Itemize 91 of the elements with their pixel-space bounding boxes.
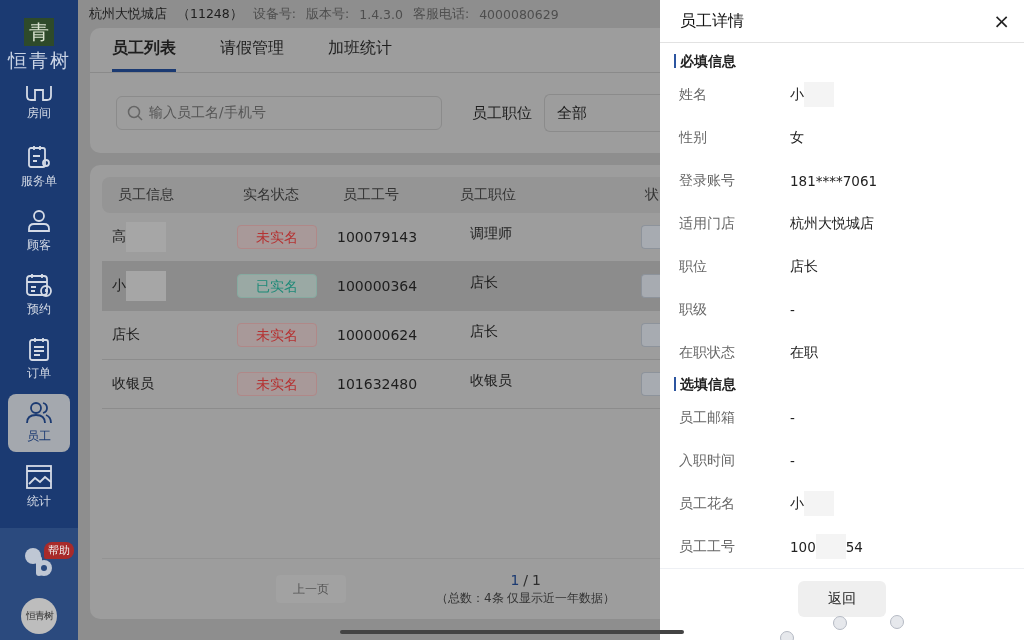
table-cell: 店长	[470, 323, 498, 341]
document-icon	[27, 336, 51, 362]
nav-item[interactable]: 房间	[8, 74, 70, 132]
logo-mark: 青	[24, 18, 54, 46]
page-separator: /	[523, 571, 529, 588]
section-title: 必填信息	[674, 54, 1024, 69]
table-cell: 店长	[470, 274, 498, 292]
brand-badge[interactable]: 恒青树	[21, 598, 57, 634]
table-cell: 小	[112, 271, 166, 301]
field-label: 员工工号	[678, 537, 736, 556]
search-icon	[127, 105, 143, 121]
table-cell: 101632480	[337, 376, 418, 392]
help-badge[interactable]: 帮助	[44, 542, 74, 559]
clipboard-icon	[26, 144, 52, 170]
row-action-button[interactable]	[641, 323, 660, 347]
row-action-button[interactable]	[641, 372, 660, 396]
field-value: -	[790, 452, 795, 469]
filter-label: 员工职位	[472, 103, 532, 123]
table-cell: 调理师	[470, 225, 512, 243]
version-number: 1.4.3.0	[359, 6, 403, 22]
row-action-button[interactable]	[641, 274, 660, 298]
table-cell: 高	[112, 222, 166, 252]
nav-item[interactable]: 顾客	[8, 202, 70, 260]
tab[interactable]: 员工列表	[112, 28, 176, 72]
calendar-clock-icon	[25, 272, 53, 298]
column-header: 员工信息	[117, 186, 175, 204]
nav-item[interactable]: 服务单	[8, 138, 70, 196]
field-label: 登录账号	[678, 171, 736, 190]
column-header: 员工工号	[342, 186, 400, 204]
field-label: 在职状态	[678, 343, 736, 362]
field-value: 小	[790, 82, 834, 108]
hotline-number: 4000080629	[479, 6, 559, 22]
field-value: -	[790, 409, 795, 426]
back-button[interactable]: 返回	[798, 581, 886, 618]
table-cell: 收银员	[112, 375, 154, 393]
field-label: 姓名	[678, 85, 708, 104]
store-code: （11248）	[177, 5, 243, 23]
drawer-title: 员工详情	[680, 10, 744, 32]
field-label: 员工花名	[678, 494, 736, 513]
column-header: 状	[644, 186, 660, 204]
brand-name: 恒青树	[7, 48, 71, 73]
field-value: -	[790, 301, 795, 318]
close-button[interactable]: ×	[989, 9, 1014, 34]
nav-item[interactable]: 订单	[8, 330, 70, 388]
table-row[interactable]: 店长 未实名 100000624 店长	[102, 311, 660, 360]
section-title: 选填信息	[674, 377, 1024, 392]
field-value: 181****7061	[790, 172, 878, 189]
status-tag: 未实名	[237, 323, 317, 347]
tab[interactable]: 请假管理	[220, 28, 284, 72]
field-value: 100	[790, 534, 846, 560]
table-row[interactable]: 收银员 未实名 101632480 收银员	[102, 360, 660, 409]
nav-item[interactable]: 员工	[8, 394, 70, 452]
person-icon	[26, 208, 52, 234]
field-label: 性别	[677, 128, 708, 147]
field-label: 入职时间	[678, 451, 736, 470]
status-tag: 未实名	[237, 225, 317, 249]
table-row[interactable]: 高 未实名 100079143 调理师	[102, 213, 660, 262]
field-value: 在职	[790, 343, 818, 362]
nav-item[interactable]: 统计	[8, 458, 70, 516]
row-action-button[interactable]	[641, 225, 660, 249]
table-cell: 100000364	[337, 278, 418, 294]
table-cell: 店长	[112, 326, 140, 344]
version-label: 版本号:	[306, 5, 350, 23]
people-icon	[26, 401, 52, 425]
field-label: 职级	[678, 300, 708, 319]
room-icon	[24, 84, 54, 102]
store-name: 杭州大悦城店	[89, 5, 167, 23]
hotline-label: 客服电话:	[412, 5, 470, 23]
field-value: 小	[790, 491, 834, 517]
status-tag: 未实名	[237, 372, 317, 396]
field-value: 店长	[790, 257, 818, 276]
table-row[interactable]: 小 已实名 100000364 店长	[102, 262, 660, 311]
nav-item[interactable]: 预约	[8, 266, 70, 324]
status-tag: 已实名	[237, 274, 317, 298]
table-cell: 100000624	[337, 327, 418, 343]
device-label: 设备号:	[252, 5, 296, 23]
field-label: 员工邮箱	[678, 408, 736, 427]
field-value: 杭州大悦城店	[790, 214, 874, 233]
table-cell: 收银员	[470, 372, 512, 390]
field-value: 女	[790, 128, 804, 147]
column-header: 员工职位	[459, 186, 517, 204]
column-header: 实名状态	[242, 186, 300, 204]
total-pages: 1	[532, 571, 541, 588]
field-label: 适用门店	[678, 214, 736, 233]
table-cell: 100079143	[337, 229, 418, 245]
chart-icon	[25, 464, 53, 490]
tab[interactable]: 加班统计	[328, 28, 392, 72]
current-page: 1	[510, 571, 520, 588]
field-value: 54	[845, 538, 863, 555]
field-label: 职位	[678, 257, 708, 276]
record-summary: （总数：4条 仅显示近一年数据）	[436, 589, 616, 607]
